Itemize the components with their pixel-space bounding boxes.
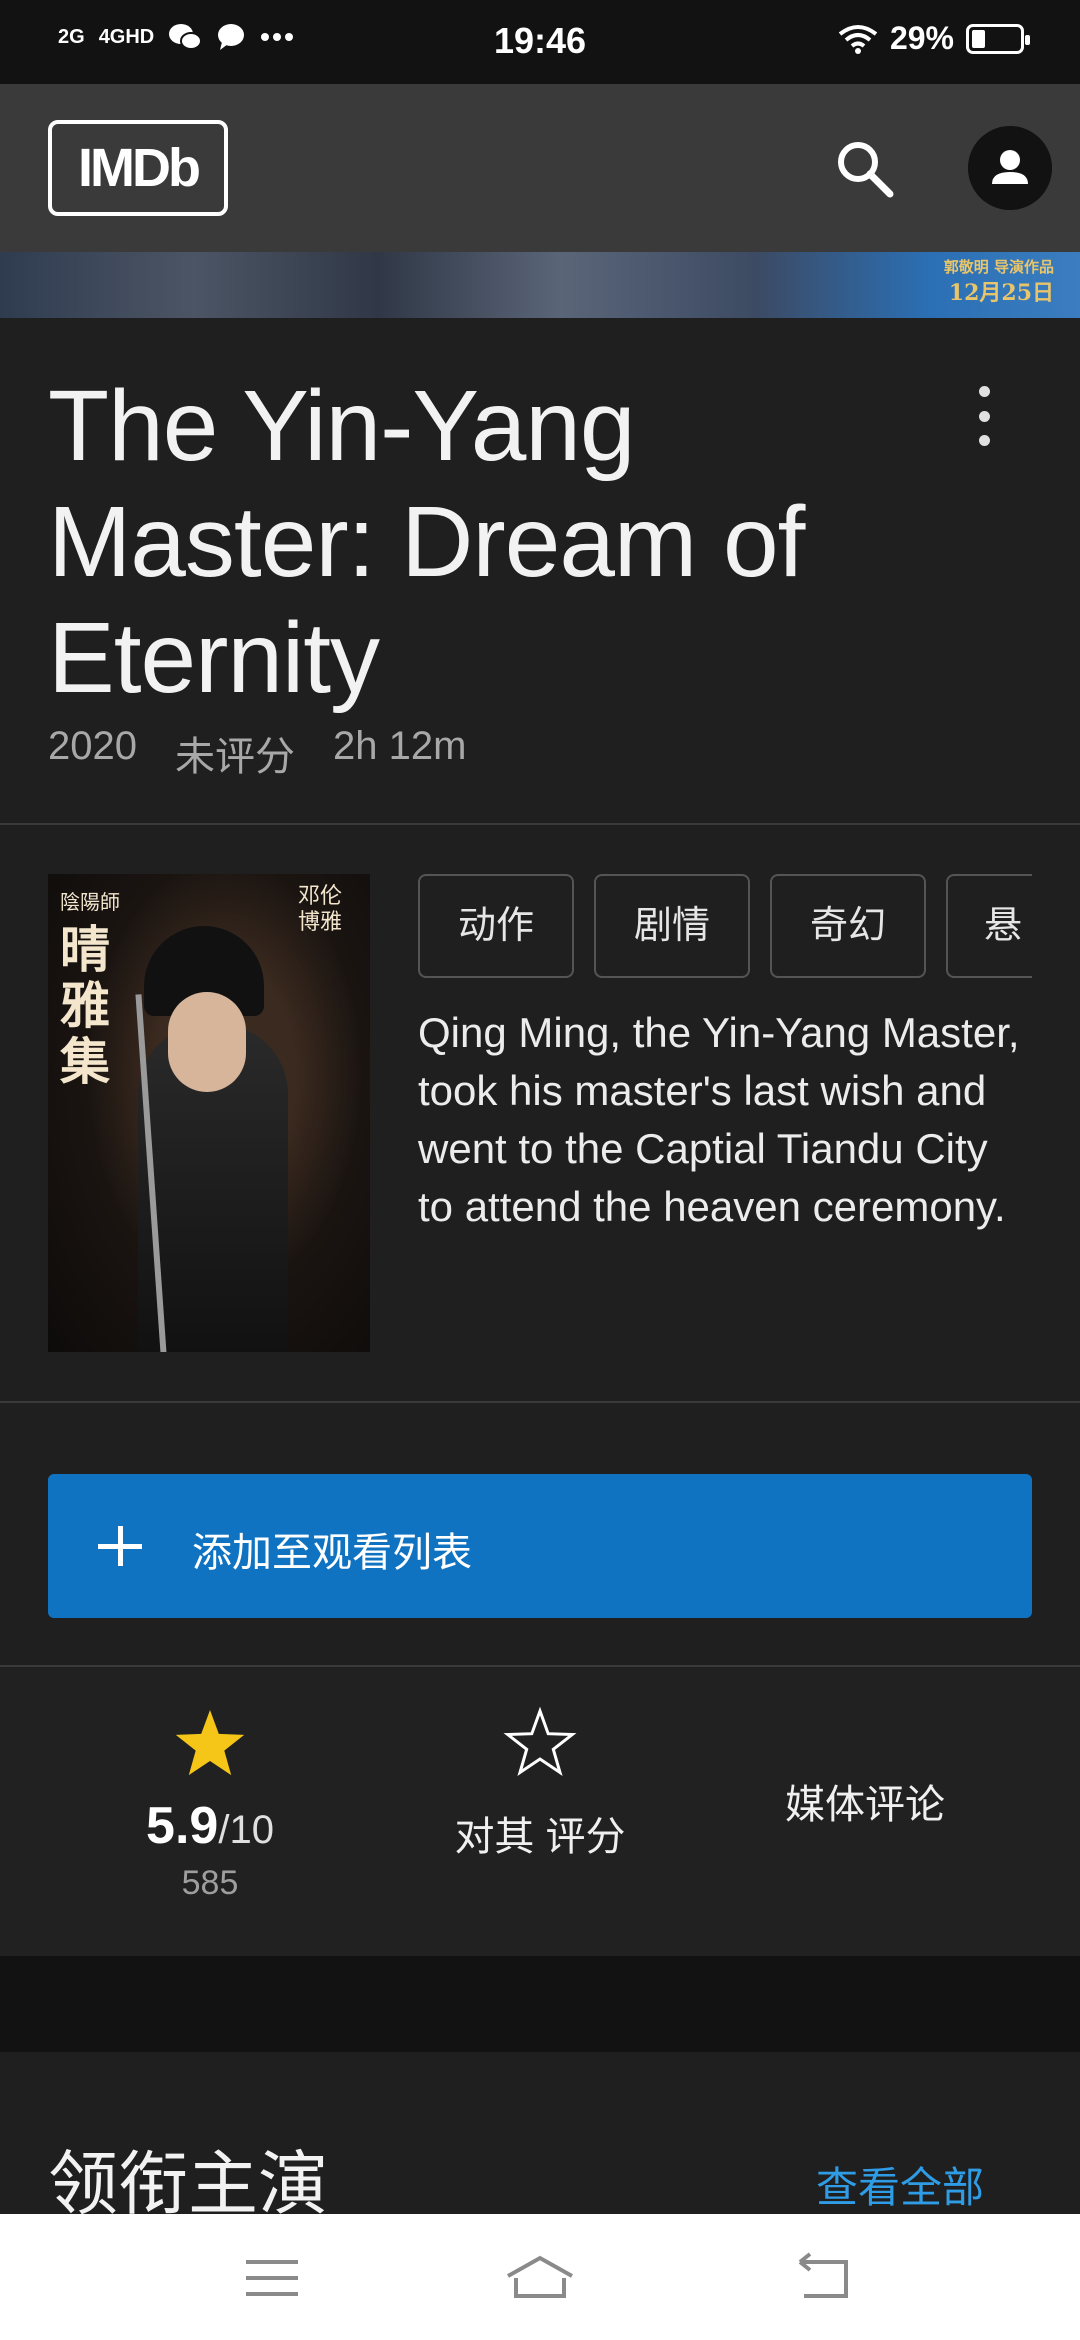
account-icon[interactable] [968,126,1052,210]
banner-director: 郭敬明 导演作品 [943,258,1054,276]
back-icon[interactable] [784,2238,864,2318]
genre-chip-drama[interactable]: 剧情 [594,874,750,978]
more-dot [978,435,990,446]
movie-year: 2020 [48,724,137,768]
genre-chip-action[interactable]: 动作 [418,874,574,978]
battery-level [972,29,985,48]
rating-score: 5.9 [146,1797,219,1855]
more-options-icon[interactable] [968,386,1000,446]
star-outline-icon[interactable] [502,1706,578,1780]
movie-title: The Yin-Yang Master: Dream of Eternity [48,370,805,714]
rate-this-button[interactable]: 对其 评分 [390,1804,690,1862]
divider [0,1665,1080,1667]
plot-summary[interactable]: Qing Ming, the Yin-Yang Master, took his… [418,1004,1028,1236]
star-filled-icon [175,1710,245,1776]
banner-date: 12月25日 [948,280,1054,306]
imdb-logo[interactable]: IMDb [48,120,228,216]
poster-top-text: 陰陽師 [60,890,120,914]
add-to-watchlist-button[interactable]: 添加至观看列表 [48,1474,1032,1618]
movie-certification: 未评分 [174,735,295,779]
divider [0,823,1080,825]
divider [0,1401,1080,1403]
battery-icon [966,23,1030,54]
system-nav-bar [0,2214,1080,2340]
poster-face [168,992,246,1092]
rating-section: 5.9/10 585 对其 评分 媒体评论 [0,1668,1080,1956]
movie-poster[interactable]: 陰陽師 晴雅集 邓伦 博雅 [48,874,370,1352]
plus-icon [98,1526,142,1566]
menu-icon[interactable] [232,2238,312,2318]
section-spacer [0,1956,1080,2052]
more-dot [978,386,990,397]
rating-scale: /10 [218,1808,274,1852]
movie-runtime: 2h 12m [332,724,467,768]
rating-votes: 585 [181,1864,239,1902]
more-dot [978,410,990,422]
status-bar: 2G 4GHD 19:46 29% [0,0,1080,84]
poster-title-text: 晴雅集 [60,920,110,1091]
status-right: 29% [838,20,1030,57]
genre-chip-mystery[interactable]: 悬 [946,874,1032,978]
genre-chip-fantasy[interactable]: 奇幻 [770,874,926,978]
imdb-rating[interactable]: 5.9/10 [100,1796,320,1856]
battery-percent: 29% [889,20,954,56]
poster-side-text: 邓伦 博雅 [297,884,342,935]
banner-caption: 郭敬明 导演作品 12月25日 [944,256,1054,308]
hero-banner[interactable]: 郭敬明 导演作品 12月25日 [0,252,1080,318]
movie-meta: 2020 未评分 2h 12m [48,724,466,782]
search-icon[interactable] [832,136,896,200]
home-icon[interactable] [500,2238,580,2318]
media-reviews-link[interactable]: 媒体评论 [730,1772,1000,1830]
app-header: IMDb [0,84,1080,252]
genre-chips: 动作 剧情 奇幻悬 [418,874,1032,978]
see-all-cast-link[interactable]: 查看全部 [816,2154,984,2215]
watchlist-label: 添加至观看列表 [192,1531,472,1575]
wifi-icon [838,24,878,54]
